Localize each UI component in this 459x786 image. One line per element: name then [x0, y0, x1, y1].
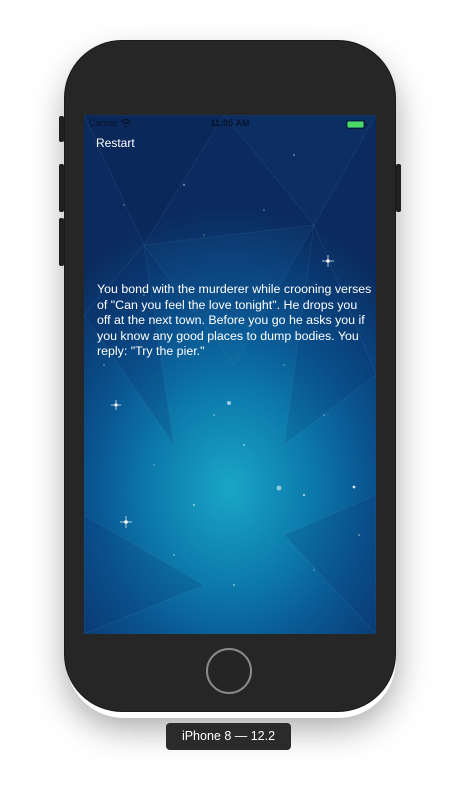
power-button: [396, 164, 401, 212]
status-time: 11:05 AM: [210, 118, 250, 128]
starfield-background: [84, 115, 376, 634]
home-button[interactable]: [206, 648, 252, 694]
battery-icon: [346, 120, 367, 129]
app-screen: Carrier 11:05 AM Restart You bond with t…: [84, 115, 376, 634]
story-text: You bond with the murderer while croonin…: [97, 282, 372, 358]
device-label: iPhone 8 — 12.2: [166, 723, 291, 750]
status-bar: Carrier 11:05 AM: [84, 115, 376, 133]
simulator-window: Carrier 11:05 AM Restart You bond with t…: [0, 0, 459, 786]
restart-button[interactable]: Restart: [96, 136, 135, 150]
